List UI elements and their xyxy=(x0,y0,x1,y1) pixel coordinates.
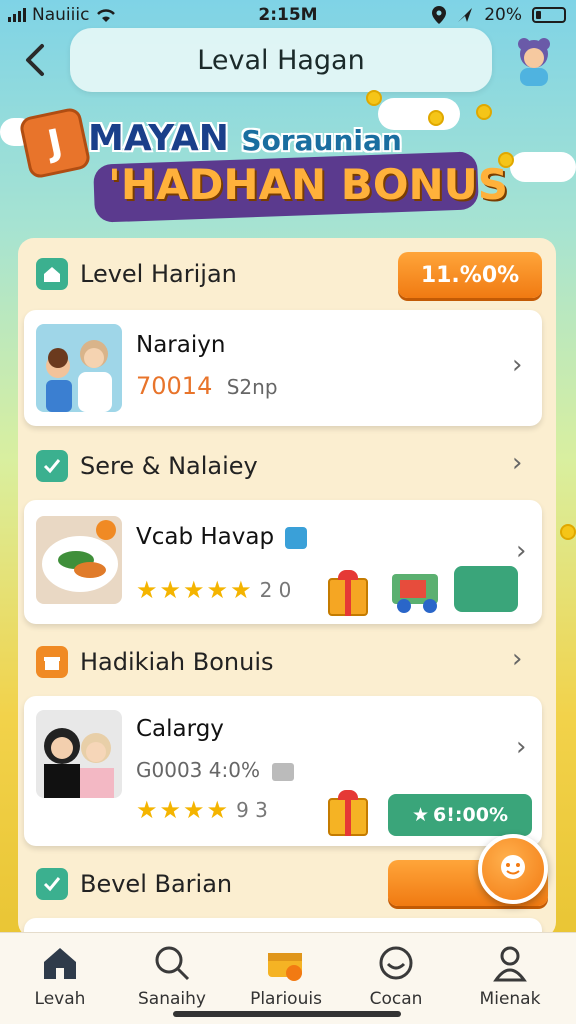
card-title: Calargy xyxy=(136,716,224,742)
ticket-icon xyxy=(272,762,295,781)
nav-item-mienak[interactable]: Mienak xyxy=(460,941,560,1009)
chat-smile-icon xyxy=(501,855,525,879)
section-hadikiah-bonuis[interactable]: Hadikiah Bonuis xyxy=(36,646,274,678)
main-panel: Level Harijan 11.%0% Naraiyn 70014 S2np … xyxy=(18,238,556,938)
card-sub-row: G0003 4:0% xyxy=(136,758,295,782)
banner-line1: MAYAN Soraunian xyxy=(88,118,402,159)
nav-item-cocan[interactable]: Cocan xyxy=(346,941,446,1009)
nav-label: Mienak xyxy=(479,989,541,1009)
nav-item-plariouis[interactable]: Plariouis xyxy=(236,941,336,1009)
treasure-box-icon[interactable] xyxy=(328,790,368,836)
teal-action-button[interactable] xyxy=(454,566,518,612)
profile-icon xyxy=(493,946,527,982)
card-sub: S2np xyxy=(226,375,278,399)
rating-value: 9 3 xyxy=(236,798,268,822)
chevron-right-icon[interactable]: › xyxy=(512,350,522,380)
card-value-row: 70014 S2np xyxy=(136,372,278,400)
card-title-row: Vcab Havap xyxy=(136,524,308,550)
bonus-button-label: 6!:00% xyxy=(433,804,508,826)
treasure-icon xyxy=(268,953,302,981)
section-bevel-barian[interactable]: Bevel Barian xyxy=(36,868,232,900)
star-icon: ★ xyxy=(206,796,229,824)
nav-item-sanaihy[interactable]: Sanaihy xyxy=(122,941,222,1009)
chevron-right-icon[interactable]: › xyxy=(512,644,522,674)
women-thumbnail xyxy=(36,710,122,798)
navigation-arrow-icon xyxy=(458,8,473,22)
coin-decoration xyxy=(560,524,576,540)
banner-line1-main: MAYAN xyxy=(88,118,229,159)
battery-percent: 20% xyxy=(484,5,522,25)
section-sere-nalaiey[interactable]: Sere & Nalaiey xyxy=(36,450,258,482)
edit-badge-icon xyxy=(285,526,308,549)
user-avatar[interactable] xyxy=(510,36,558,86)
card-vcab-havap[interactable]: Vcab Havap ★ ★ ★ ★ ★ 2 0 › xyxy=(24,500,542,624)
nav-label: Plariouis xyxy=(250,989,322,1009)
family-thumbnail xyxy=(36,324,122,412)
gift-box-icon[interactable] xyxy=(328,570,368,616)
star-icon: ★ xyxy=(183,576,205,604)
star-icon: ★ xyxy=(159,576,182,604)
star-icon: ★ xyxy=(159,796,182,824)
section-title: Level Harijan xyxy=(80,260,237,288)
star-icon: ★ xyxy=(230,576,252,604)
card-value: 70014 xyxy=(136,372,213,400)
floating-chat-button[interactable] xyxy=(478,834,548,904)
rating-value: 2 0 xyxy=(259,578,292,602)
banner-badge-icon: J xyxy=(18,106,92,180)
star-icon: ★ xyxy=(411,804,430,826)
nav-label: Cocan xyxy=(369,989,423,1009)
coin-decoration xyxy=(366,90,382,106)
card-title: Vcab Havap xyxy=(136,524,275,550)
page-title: Leval Hagan xyxy=(70,28,492,92)
star-rating: ★ ★ ★ ★ 9 3 xyxy=(136,796,268,824)
nav-item-levah[interactable]: Levah xyxy=(10,941,110,1009)
status-right: 20% xyxy=(432,5,566,25)
search-heart-icon xyxy=(155,946,190,981)
toy-car-icon[interactable] xyxy=(390,570,442,614)
star-icon: ★ xyxy=(183,796,205,824)
page-title-text: Leval Hagan xyxy=(197,44,365,76)
back-arrow-icon[interactable] xyxy=(16,40,56,80)
card-naraiyn[interactable]: Naraiyn 70014 S2np › xyxy=(24,310,542,426)
star-icon: ★ xyxy=(206,576,229,604)
nav-label: Levah xyxy=(34,989,86,1009)
house-icon xyxy=(36,258,68,290)
section-level-harijan[interactable]: Level Harijan xyxy=(36,258,237,290)
star-rating: ★ ★ ★ ★ ★ 2 0 xyxy=(136,576,291,604)
card-title: Naraiyn xyxy=(136,332,226,358)
bonus-percent-button[interactable]: ★ 6!:00% xyxy=(388,794,532,836)
card-sub: G0003 4:0% xyxy=(136,758,260,782)
home-icon xyxy=(44,948,76,979)
food-plate-thumbnail xyxy=(36,516,122,604)
chevron-right-icon[interactable]: › xyxy=(516,732,526,762)
home-indicator xyxy=(173,1011,401,1017)
card-calargy[interactable]: Calargy G0003 4:0% ★ ★ ★ ★ 9 3 ★ 6!:00% › xyxy=(24,696,542,846)
check-icon xyxy=(36,868,68,900)
tray-icon xyxy=(379,946,413,980)
percent-pill[interactable]: 11.%0% xyxy=(398,252,542,298)
section-title: Bevel Barian xyxy=(80,870,233,898)
section-title: Sere & Nalaiey xyxy=(80,452,258,480)
check-icon xyxy=(36,450,68,482)
gift-icon xyxy=(36,646,68,678)
banner-line1-small: Soraunian xyxy=(241,124,402,157)
battery-icon xyxy=(532,7,566,23)
star-icon: ★ xyxy=(136,796,158,824)
promo-banner: J MAYAN Soraunian 'HADHAN BONUS xyxy=(18,106,538,228)
chevron-right-icon[interactable]: › xyxy=(512,448,522,478)
section-title: Hadikiah Bonuis xyxy=(80,648,274,676)
star-icon: ★ xyxy=(136,576,158,604)
chevron-right-icon[interactable]: › xyxy=(516,536,526,566)
nav-label: Sanaihy xyxy=(138,989,206,1009)
banner-line2: 'HADHAN BONUS xyxy=(108,160,509,209)
location-pin-icon xyxy=(432,6,447,24)
